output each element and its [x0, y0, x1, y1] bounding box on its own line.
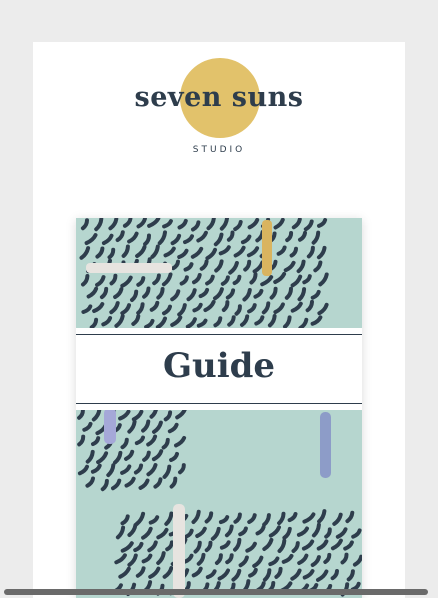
cover-title: Guide [162, 346, 276, 386]
cover-title-band: Guide [76, 328, 362, 410]
guide-cover: Guide [76, 218, 362, 598]
brand-subtitle: STUDIO [192, 145, 246, 155]
document-page: seven suns STUDIO Guide [33, 42, 405, 598]
title-rule-top [76, 334, 362, 335]
horizontal-scrollbar[interactable] [4, 589, 428, 595]
title-rule-bottom [76, 403, 362, 404]
brand-name: seven suns [134, 82, 304, 113]
seven-suns-logo: seven suns STUDIO [33, 42, 405, 172]
